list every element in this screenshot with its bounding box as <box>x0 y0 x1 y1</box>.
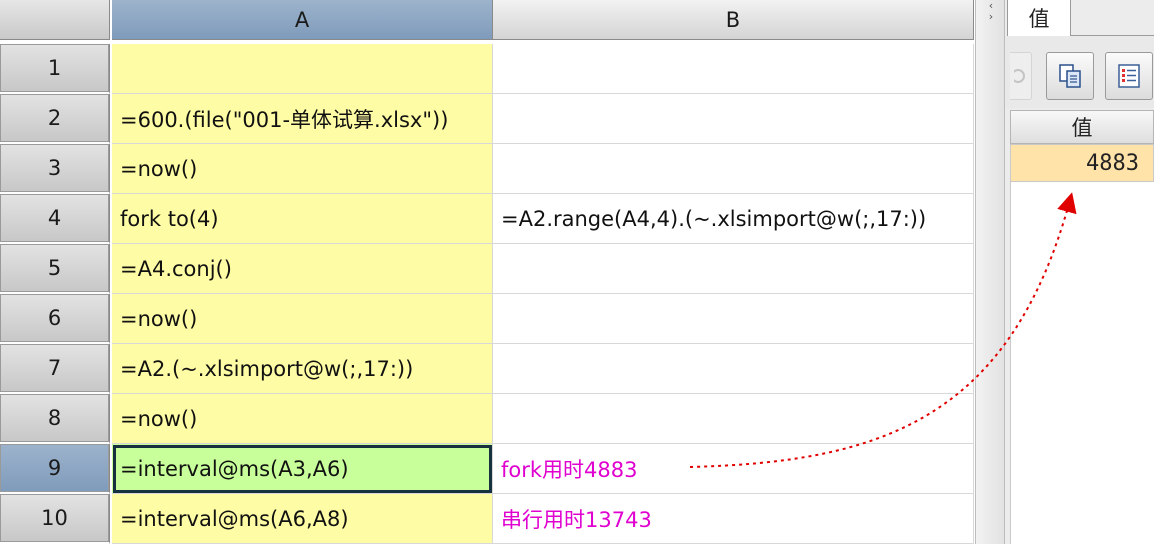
cell-b7[interactable] <box>493 344 974 394</box>
list-icon <box>1118 64 1140 88</box>
row-header-3[interactable]: 3 <box>0 144 110 194</box>
cell-a4[interactable]: fork to(4) <box>112 194 493 244</box>
cell-a3[interactable]: =now() <box>112 144 493 194</box>
collapse-arrows-icon[interactable]: ‹ › <box>984 0 998 22</box>
tab-value[interactable]: 值 <box>1007 0 1071 36</box>
value-display[interactable]: 4883 <box>1010 144 1154 182</box>
cell-a2[interactable]: =600.(file("001-单体试算.xlsx")) <box>112 94 493 144</box>
cell-b4[interactable]: =A2.range(A4,4).(~.xlsimport@w(;,17:)) <box>493 194 974 244</box>
row-header-2[interactable]: 2 <box>0 94 110 144</box>
copy-icon <box>1059 64 1081 88</box>
list-button[interactable] <box>1105 52 1153 100</box>
cell-a9-active[interactable]: =interval@ms(A3,A6) <box>112 444 493 494</box>
cell-b6[interactable] <box>493 294 974 344</box>
cell-b10[interactable]: 串行用时13743 <box>493 494 974 544</box>
row-header-1[interactable]: 1 <box>0 44 110 94</box>
cell-a1[interactable] <box>112 44 493 94</box>
column-header-a[interactable]: A <box>112 0 493 40</box>
row-header-9[interactable]: 9 <box>0 444 110 494</box>
row-header-5[interactable]: 5 <box>0 244 110 294</box>
column-header-b[interactable]: B <box>493 0 974 40</box>
row-header-8[interactable]: 8 <box>0 394 110 444</box>
cell-b2[interactable] <box>493 94 974 144</box>
select-all-corner[interactable] <box>0 0 110 40</box>
value-empty-area <box>1010 182 1154 544</box>
row-header-6[interactable]: 6 <box>0 294 110 344</box>
clear-icon <box>1013 69 1025 83</box>
panel-splitter[interactable]: ‹ › <box>975 0 1005 544</box>
cell-b5[interactable] <box>493 244 974 294</box>
cell-a6[interactable]: =now() <box>112 294 493 344</box>
row-header-7[interactable]: 7 <box>0 344 110 394</box>
row-header-10[interactable]: 10 <box>0 494 110 544</box>
copy-button[interactable] <box>1046 52 1094 100</box>
row-header-4[interactable]: 4 <box>0 194 110 244</box>
cell-b8[interactable] <box>493 394 974 444</box>
cell-a10[interactable]: =interval@ms(A6,A8) <box>112 494 493 544</box>
cell-a7[interactable]: =A2.(~.xlsimport@w(;,17:)) <box>112 344 493 394</box>
value-column-header: 值 <box>1010 110 1154 144</box>
cell-a8[interactable]: =now() <box>112 394 493 444</box>
clear-button[interactable] <box>1010 52 1032 100</box>
cell-a5[interactable]: =A4.conj() <box>112 244 493 294</box>
cell-b1[interactable] <box>493 44 974 94</box>
cell-b9[interactable]: fork用时4883 <box>493 444 974 494</box>
cell-b3[interactable] <box>493 144 974 194</box>
